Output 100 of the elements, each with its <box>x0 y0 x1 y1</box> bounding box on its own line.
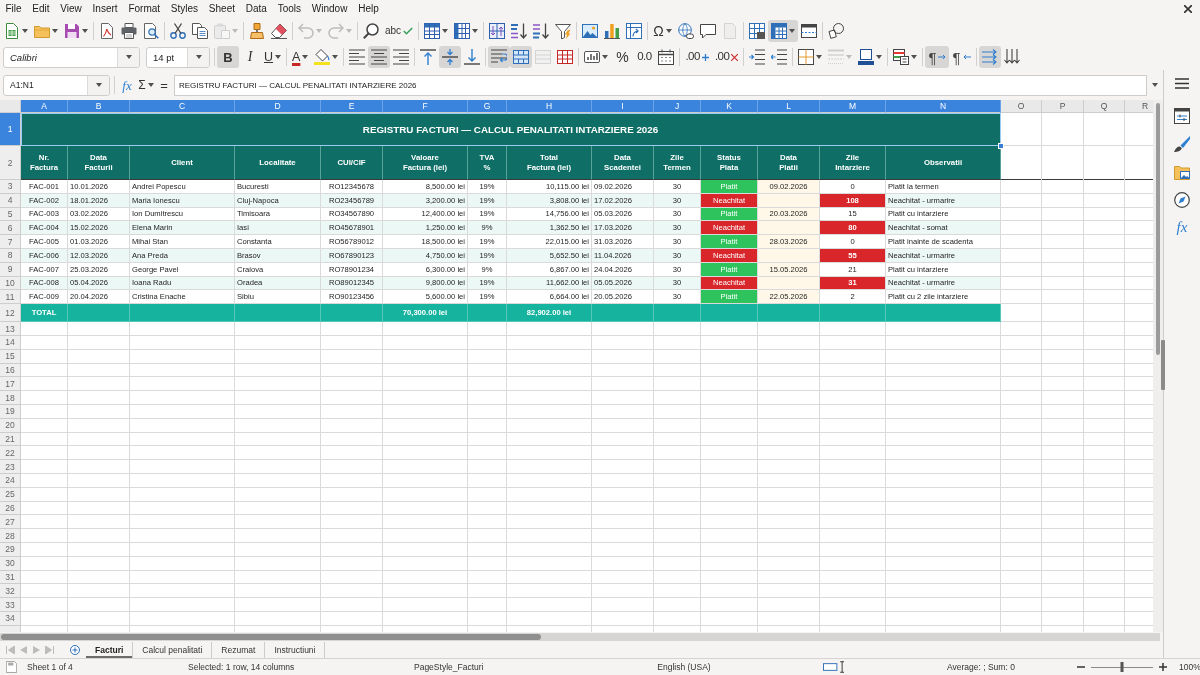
italic-button[interactable]: I <box>239 46 261 68</box>
caret-icon <box>346 28 352 33</box>
percent-format-button[interactable]: % <box>611 46 634 68</box>
scrollbar-thumb[interactable] <box>1 633 541 640</box>
navigator-button[interactable] <box>1174 192 1190 208</box>
dropdown-button[interactable] <box>117 47 139 67</box>
row-header[interactable]: 6 <box>0 221 21 236</box>
column-header[interactable]: M <box>820 100 886 113</box>
font-size-field[interactable]: 14 pt <box>146 46 210 68</box>
column-header[interactable]: R <box>1125 100 1153 113</box>
text-horizontal-button[interactable] <box>978 46 1001 68</box>
row-header[interactable]: 17 <box>0 377 21 392</box>
zoom-level[interactable]: 100% <box>1179 662 1200 672</box>
underline-button[interactable]: U <box>261 46 285 68</box>
dropdown-button[interactable] <box>87 75 109 95</box>
row-header[interactable]: 11 <box>0 290 21 305</box>
column-header[interactable]: L <box>758 100 820 113</box>
row-header[interactable]: 28 <box>0 529 21 543</box>
caret-icon <box>442 28 449 33</box>
row-header[interactable]: 12 <box>0 304 21 323</box>
align-middle-button[interactable] <box>439 46 462 68</box>
column-header[interactable]: G <box>468 100 507 113</box>
add-sheet-button[interactable] <box>68 642 82 657</box>
menu-item[interactable]: Styles <box>165 0 204 17</box>
scrollbar-thumb[interactable] <box>1156 103 1160 355</box>
add-decimal-button[interactable]: .00 <box>682 46 712 68</box>
freeze-panes-button[interactable] <box>767 19 798 42</box>
close-button[interactable] <box>1182 2 1194 15</box>
menu-item[interactable]: Help <box>352 0 385 17</box>
menu-item[interactable]: Insert <box>87 0 123 17</box>
column-header[interactable]: P <box>1042 100 1084 113</box>
slider-thumb[interactable] <box>1120 662 1124 672</box>
spelling-button[interactable]: abc <box>382 19 417 42</box>
row-header[interactable]: 33 <box>0 598 21 612</box>
bold-button[interactable]: B <box>217 46 239 68</box>
row-header[interactable]: 7 <box>0 235 21 249</box>
sheet-tab[interactable]: Facturi <box>86 641 134 658</box>
menu-item[interactable]: Data <box>240 0 273 17</box>
delete-decimal-button[interactable]: .00 <box>711 46 742 68</box>
column-header[interactable]: B <box>68 100 130 113</box>
column-header[interactable]: I <box>592 100 654 113</box>
row-header[interactable]: 2 <box>0 146 21 180</box>
sheet-tab[interactable]: Calcul penalitati <box>133 641 213 658</box>
horizontal-scrollbar[interactable] <box>0 632 1160 641</box>
column-header[interactable]: E <box>321 100 383 113</box>
menu-item[interactable]: Format <box>123 0 166 17</box>
page-style[interactable]: PageStyle_Facturi <box>414 662 484 672</box>
font-color-button[interactable]: A <box>289 46 312 68</box>
sheet-tab[interactable]: Rezumat <box>212 641 266 658</box>
sheet-tab[interactable]: Instructiuni <box>265 641 326 658</box>
menu-item[interactable]: Edit <box>26 0 55 17</box>
font-name-field[interactable]: Calibri <box>3 46 140 68</box>
left-to-right-button[interactable]: ¶ <box>925 46 950 68</box>
row-header[interactable]: 1 <box>0 113 21 146</box>
column-header[interactable]: A <box>21 100 68 113</box>
column-header[interactable]: C <box>130 100 235 113</box>
column-header[interactable]: O <box>1001 100 1042 113</box>
column-header[interactable]: J <box>654 100 701 113</box>
menu-item[interactable]: View <box>54 0 88 17</box>
function-wizard-button[interactable]: fx <box>119 74 135 96</box>
menu-item[interactable]: Tools <box>272 0 307 17</box>
name-box[interactable]: A1:N1 <box>3 74 110 96</box>
spreadsheet-grid[interactable] <box>0 100 1153 632</box>
sidebar-handle[interactable] <box>1161 340 1165 390</box>
row-header[interactable]: 22 <box>0 446 21 461</box>
styles-button[interactable] <box>1174 136 1190 152</box>
formula-button[interactable]: = <box>157 74 171 96</box>
borders-icon <box>798 49 815 65</box>
merge-and-center-button[interactable] <box>510 46 533 68</box>
properties-button[interactable] <box>1174 108 1190 124</box>
column-header[interactable]: D <box>235 100 321 113</box>
fill-handle[interactable] <box>998 143 1004 149</box>
zoom-in-button[interactable] <box>1158 662 1168 672</box>
gallery-button[interactable] <box>1174 164 1190 180</box>
right-to-left-button[interactable]: ¶ <box>949 46 974 68</box>
special-character-button[interactable]: Ω <box>650 19 675 42</box>
row-header[interactable]: 18 <box>0 391 21 405</box>
column-header[interactable]: Q <box>1084 100 1125 113</box>
language[interactable]: English (USA) <box>657 662 711 672</box>
menu-item[interactable]: File <box>0 0 27 17</box>
row-header[interactable]: 23 <box>0 460 21 474</box>
row-header[interactable]: 3 <box>0 180 21 194</box>
sum-button[interactable]: Σ <box>135 74 157 96</box>
dropdown-button[interactable] <box>187 47 209 67</box>
row-header[interactable]: 27 <box>0 515 21 530</box>
sidebar-menu-button[interactable] <box>1175 78 1189 89</box>
column-header[interactable]: N <box>886 100 1001 113</box>
column-header[interactable]: F <box>383 100 468 113</box>
column-header[interactable]: H <box>507 100 592 113</box>
column-header[interactable]: K <box>701 100 758 113</box>
menu-item[interactable]: Window <box>306 0 353 17</box>
vertical-scrollbar[interactable] <box>1153 100 1163 632</box>
row-header[interactable]: 13 <box>0 322 21 336</box>
number-format-button[interactable]: 0.0 <box>633 46 656 68</box>
align-center-button[interactable] <box>368 46 391 68</box>
table-icon <box>454 22 471 39</box>
row-header[interactable]: 32 <box>0 584 21 599</box>
formula-input[interactable]: REGISTRU FACTURI — CALCUL PENALITATI INTARZIERE 2026 <box>174 74 1147 96</box>
menu-item[interactable]: Sheet <box>203 0 241 17</box>
functions-button[interactable]: fx <box>1176 220 1188 235</box>
